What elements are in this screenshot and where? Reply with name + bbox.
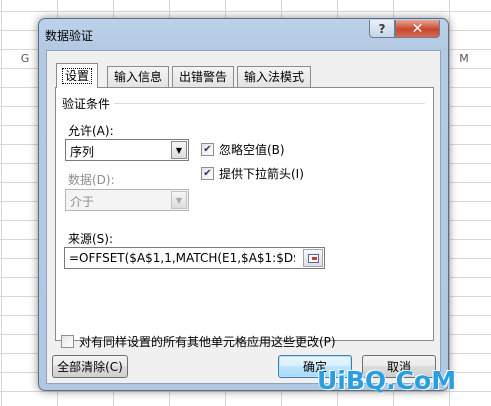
source-input-value: =OFFSET($A$1,1,MATCH(E1,$A$1:$D$1, — [69, 251, 295, 265]
allow-select[interactable]: 序列 ▼ — [65, 139, 189, 161]
ignore-blank-label: 忽略空值(B) — [219, 143, 285, 157]
dialog-client-area: 设置 输入信息 出错警告 输入法模式 验证条件 允许(A): 序列 ▼ 数据(D… — [46, 50, 441, 384]
tab-input-message[interactable]: 输入信息 — [107, 66, 170, 87]
dropdown-arrow-checkbox[interactable]: ✔ 提供下拉箭头(I) — [201, 165, 304, 182]
chevron-down-icon[interactable]: ▼ — [171, 141, 187, 159]
source-label: 来源(S): — [68, 232, 114, 246]
settings-panel: 验证条件 允许(A): 序列 ▼ 数据(D): 介于 ▼ ✔ 忽略空值(B) ✔… — [55, 87, 434, 341]
source-input[interactable]: =OFFSET($A$1,1,MATCH(E1,$A$1:$D$1, — [64, 247, 325, 269]
close-button[interactable]: ✕ — [395, 20, 440, 38]
ignore-blank-checkbox[interactable]: ✔ 忽略空值(B) — [201, 141, 285, 158]
dropdown-arrow-label: 提供下拉箭头(I) — [219, 167, 304, 181]
tab-settings[interactable]: 设置 — [56, 63, 99, 88]
tab-settings-label: 设置 — [61, 68, 93, 84]
section-divider — [114, 103, 425, 104]
watermark-logo: UiBQ.CoM — [317, 366, 457, 395]
allow-select-value: 序列 — [70, 145, 95, 159]
data-select: 介于 ▼ — [65, 189, 189, 211]
help-button[interactable]: ? — [369, 20, 395, 38]
data-label: 数据(D): — [68, 173, 115, 187]
data-select-value: 介于 — [70, 195, 95, 209]
clear-all-button[interactable]: 全部清除(C) — [52, 355, 128, 378]
validation-criteria-heading: 验证条件 — [62, 97, 111, 111]
checkbox-box[interactable] — [61, 335, 74, 348]
checkmark-icon[interactable]: ✔ — [201, 143, 214, 156]
tab-ime-mode[interactable]: 输入法模式 — [237, 66, 312, 87]
chevron-down-icon: ▼ — [171, 191, 187, 209]
dialog-title: 数据验证 — [45, 29, 94, 43]
data-validation-dialog: 数据验证 ? ✕ 设置 输入信息 出错警告 输入法模式 验证条件 允许(A): … — [38, 18, 449, 391]
apply-all-checkbox[interactable]: 对有同样设置的所有其他单元格应用这些更改(P) — [61, 333, 336, 350]
collapse-dialog-button[interactable] — [303, 249, 323, 267]
apply-all-label: 对有同样设置的所有其他单元格应用这些更改(P) — [79, 335, 336, 349]
allow-label: 允许(A): — [68, 124, 114, 138]
close-icon: ✕ — [411, 20, 424, 37]
tab-error-alert[interactable]: 出错警告 — [172, 66, 235, 87]
checkmark-icon[interactable]: ✔ — [201, 167, 214, 180]
range-select-icon — [307, 253, 319, 263]
